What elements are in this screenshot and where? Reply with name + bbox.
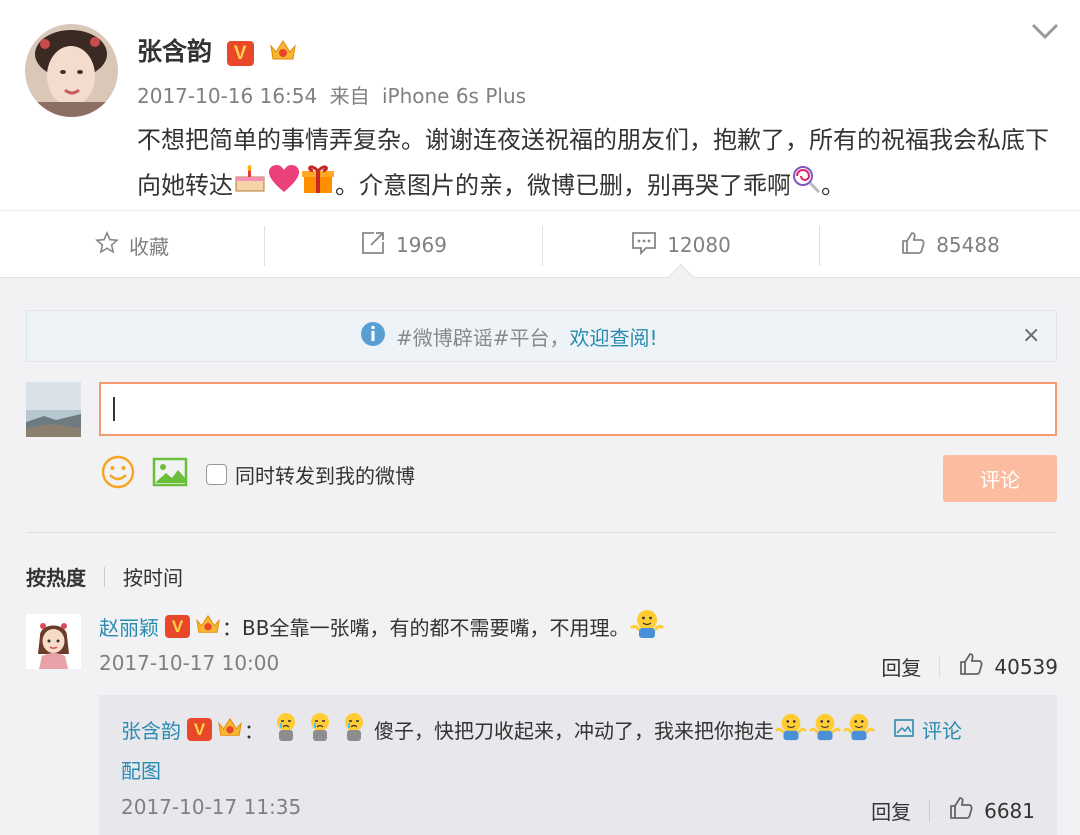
tab-sort-time[interactable]: 按时间 bbox=[123, 562, 183, 591]
heart-emoji-icon bbox=[267, 164, 301, 209]
composer-toolbar: 同时转发到我的微博 bbox=[100, 454, 415, 494]
post-text-part2: 。介意图片的亲，微博已删，别再哭了乖啊 bbox=[335, 171, 791, 200]
lollipop-emoji-icon bbox=[791, 164, 821, 209]
image-thumbnail-icon bbox=[894, 718, 914, 742]
post-text-part3: 。 bbox=[821, 171, 845, 200]
crying-emoji-icon bbox=[338, 711, 370, 748]
post-text: 不想把简单的事情弄复杂。谢谢连夜送祝福的朋友们，抱歉了，所有的祝福我会私底下向她… bbox=[137, 118, 1067, 210]
repost-count: 1969 bbox=[396, 233, 447, 257]
chevron-down-icon[interactable] bbox=[1030, 22, 1060, 46]
post-from-prefix: 来自 bbox=[329, 84, 370, 108]
post-meta: 2017-10-16 16:54 来自 iPhone 6s Plus bbox=[137, 80, 526, 109]
rumor-notice-link[interactable]: 欢迎查阅! bbox=[570, 322, 658, 351]
commenter-avatar[interactable] bbox=[26, 614, 81, 669]
comment-colon: ： bbox=[222, 616, 242, 640]
action-separator bbox=[929, 799, 931, 822]
post-time[interactable]: 2017-10-16 16:54 bbox=[137, 84, 317, 108]
thumbs-up-icon[interactable] bbox=[948, 795, 974, 826]
repost-icon bbox=[360, 230, 386, 261]
vip-crown-icon bbox=[216, 715, 244, 744]
reply-like-count: 6681 bbox=[984, 798, 1035, 823]
post-device[interactable]: iPhone 6s Plus bbox=[382, 84, 526, 108]
tab-separator bbox=[104, 566, 105, 587]
tab-sort-hot[interactable]: 按热度 bbox=[26, 562, 86, 591]
hug-emoji-icon bbox=[774, 712, 808, 747]
reply-colon: ： bbox=[244, 719, 264, 743]
gift-emoji-icon bbox=[301, 163, 335, 210]
crying-emoji-icon bbox=[270, 711, 302, 748]
rumor-notice-content: #微博辟谣#平台， 欢迎查阅! bbox=[360, 311, 658, 361]
reply-text: 傻子，快把刀收起来，冲动了，我来把你抱走 bbox=[374, 719, 774, 743]
comment-like-count: 40539 bbox=[994, 654, 1058, 679]
star-icon bbox=[95, 230, 119, 260]
sort-tabs: 按热度 按时间 bbox=[26, 562, 183, 591]
image-upload-icon[interactable] bbox=[152, 456, 188, 492]
comment-text: BB全靠一张嘴，有的都不需要嘴，不用理。 bbox=[242, 616, 630, 640]
reply-actions: 回复 6681 bbox=[871, 795, 1035, 826]
reply-content: 张含韵 V ： 傻子，快把刀收起来，冲动了，我来把你抱走 评论 bbox=[121, 711, 962, 748]
hug-emoji-icon bbox=[842, 712, 876, 747]
author-avatar[interactable] bbox=[25, 24, 118, 117]
like-button[interactable]: 85488 bbox=[820, 211, 1080, 279]
current-user-avatar[interactable] bbox=[26, 382, 81, 437]
comment-input[interactable] bbox=[99, 382, 1057, 436]
emoji-smiley-icon[interactable] bbox=[100, 454, 136, 494]
comment-section: #微博辟谣#平台， 欢迎查阅! × 同时转发到我的微博 评论 按热度 按时间 赵… bbox=[0, 278, 1080, 835]
reply-image-link-cont[interactable]: 配图 bbox=[121, 755, 161, 784]
rumor-notice-bar: #微博辟谣#平台， 欢迎查阅! × bbox=[26, 310, 1057, 362]
cake-emoji-icon bbox=[233, 164, 267, 209]
reply-time: 2017-10-17 11:35 bbox=[121, 795, 302, 819]
favorite-button[interactable]: 收藏 bbox=[0, 211, 264, 279]
post-author-name[interactable]: 张含韵 bbox=[137, 37, 212, 66]
commenter-name[interactable]: 赵丽颖 bbox=[99, 612, 159, 641]
crying-emoji-icon bbox=[304, 711, 336, 748]
reply-reply-button[interactable]: 回复 bbox=[871, 796, 911, 825]
rumor-notice-text: #微博辟谣#平台， bbox=[396, 325, 570, 350]
close-icon[interactable]: × bbox=[1022, 323, 1040, 348]
reply-author-name[interactable]: 张含韵 bbox=[121, 715, 181, 744]
reply-image-link[interactable]: 评论 bbox=[922, 715, 962, 744]
favorite-label: 收藏 bbox=[129, 234, 169, 259]
weibo-post: 张含韵 V 2017-10-16 16:54 来自 iPhone 6s Plus… bbox=[0, 0, 1080, 210]
comment-actions: 回复 40539 bbox=[881, 651, 1058, 682]
hug-emoji-icon bbox=[629, 608, 665, 645]
comment-count: 12080 bbox=[667, 233, 731, 257]
verified-v-icon: V bbox=[226, 40, 254, 66]
post-author[interactable]: 张含韵 V bbox=[137, 32, 298, 69]
vip-crown-icon bbox=[268, 37, 298, 69]
verified-v-icon: V bbox=[165, 615, 190, 638]
sync-repost-checkbox[interactable] bbox=[206, 463, 227, 485]
comment-time: 2017-10-17 10:00 bbox=[99, 651, 280, 675]
info-icon bbox=[360, 321, 386, 352]
action-separator bbox=[939, 655, 941, 678]
nested-reply: 张含韵 V ： 傻子，快把刀收起来，冲动了，我来把你抱走 评论 配图 2017-… bbox=[99, 695, 1057, 835]
sync-repost-label[interactable]: 同时转发到我的微博 bbox=[235, 460, 415, 489]
repost-button[interactable]: 1969 bbox=[265, 211, 542, 279]
thumbs-up-icon[interactable] bbox=[958, 651, 984, 682]
submit-comment-button[interactable]: 评论 bbox=[943, 455, 1057, 502]
post-action-bar: 收藏 1969 12080 85488 bbox=[0, 210, 1080, 278]
text-caret bbox=[113, 397, 115, 421]
verified-v-icon: V bbox=[187, 718, 212, 741]
like-count: 85488 bbox=[936, 233, 1000, 257]
comment-icon bbox=[631, 230, 657, 261]
reply-button[interactable]: 回复 bbox=[881, 652, 921, 681]
thumbs-up-icon bbox=[900, 230, 926, 261]
vip-crown-icon bbox=[194, 612, 222, 641]
section-divider bbox=[26, 532, 1057, 533]
hug-emoji-icon bbox=[808, 712, 842, 747]
comment-content: 赵丽颖 V ： BB全靠一张嘴，有的都不需要嘴，不用理。 bbox=[99, 608, 665, 645]
